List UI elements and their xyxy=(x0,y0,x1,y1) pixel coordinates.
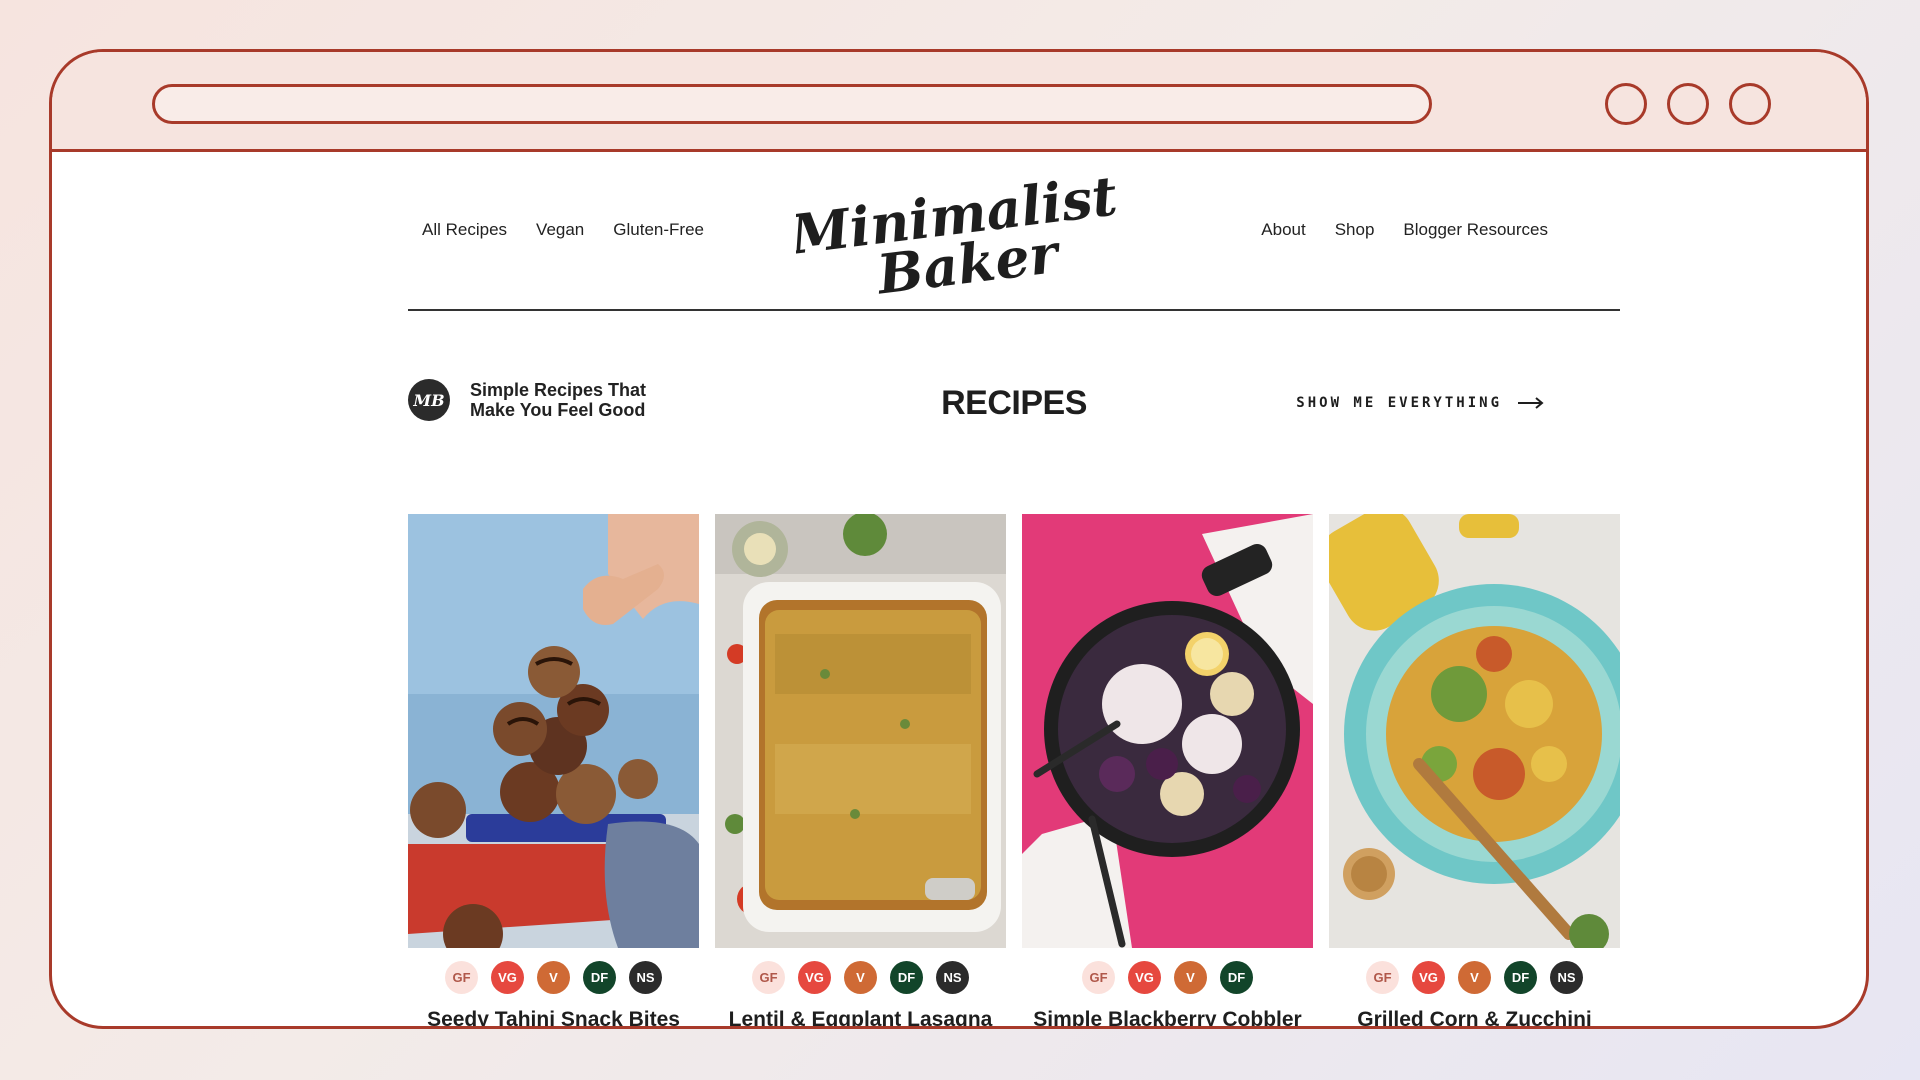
diet-badge-v[interactable]: V xyxy=(1458,961,1491,994)
web-page: All Recipes Vegan Gluten-Free Minimalist… xyxy=(356,152,1620,1026)
diet-badges: GF VG V DF NS xyxy=(1329,961,1620,994)
browser-toolbar xyxy=(52,52,1866,152)
recipe-photo-lentil-lasagna[interactable] xyxy=(715,514,1006,948)
diet-badge-df[interactable]: DF xyxy=(1220,961,1253,994)
recipe-card[interactable]: GF VG V DF NS Lentil & Eggplant Lasagna xyxy=(715,514,1006,1026)
recipe-card[interactable]: GF VG V DF Simple Blackberry Cobbler (Vegan… xyxy=(1022,514,1313,1026)
recipe-title[interactable]: Lentil & Eggplant Lasagna xyxy=(715,1006,1006,1026)
diet-badge-gf[interactable]: GF xyxy=(752,961,785,994)
show-all-link[interactable]: SHOW ME EVERYTHING xyxy=(1296,395,1544,411)
recipe-card[interactable]: GF VG V DF NS Grilled Corn & Zucchini Salad … xyxy=(1329,514,1620,1026)
nav-gluten-free[interactable]: Gluten-Free xyxy=(613,220,704,240)
diet-badge-v[interactable]: V xyxy=(1174,961,1207,994)
window-button-3[interactable] xyxy=(1729,83,1771,125)
diet-badge-df[interactable]: DF xyxy=(890,961,923,994)
diet-badge-ns[interactable]: NS xyxy=(1550,961,1583,994)
window-button-1[interactable] xyxy=(1605,83,1647,125)
arrow-right-icon xyxy=(1518,397,1544,409)
diet-badge-gf[interactable]: GF xyxy=(1366,961,1399,994)
diet-badge-ns[interactable]: NS xyxy=(629,961,662,994)
nav-shop[interactable]: Shop xyxy=(1335,220,1375,240)
diet-badge-vg[interactable]: VG xyxy=(798,961,831,994)
diet-badges: GF VG V DF NS xyxy=(408,961,699,994)
diet-badge-vg[interactable]: VG xyxy=(1412,961,1445,994)
recipe-title[interactable]: Grilled Corn & Zucchini Salad with Sun-D… xyxy=(1329,1006,1620,1026)
diet-badge-gf[interactable]: GF xyxy=(1082,961,1115,994)
diet-badge-vg[interactable]: VG xyxy=(1128,961,1161,994)
diet-badges: GF VG V DF xyxy=(1022,961,1313,994)
recipe-photo-tahini-bites[interactable] xyxy=(408,514,699,948)
site-logo[interactable]: Minimalist Baker xyxy=(796,170,1116,300)
browser-window: All Recipes Vegan Gluten-Free Minimalist… xyxy=(49,49,1869,1029)
diet-badge-v[interactable]: V xyxy=(844,961,877,994)
header-divider xyxy=(408,309,1620,311)
diet-badge-df[interactable]: DF xyxy=(1504,961,1537,994)
diet-badge-ns[interactable]: NS xyxy=(936,961,969,994)
recipe-title[interactable]: Seedy Tahini Snack Bites (Nut-Free!) xyxy=(408,1006,699,1026)
primary-nav-left: All Recipes Vegan Gluten-Free xyxy=(422,220,704,240)
nav-all-recipes[interactable]: All Recipes xyxy=(422,220,507,240)
window-button-2[interactable] xyxy=(1667,83,1709,125)
recipe-card[interactable]: GF VG V DF NS Seedy Tahini Snack Bites (Nut-… xyxy=(408,514,699,1026)
nav-about[interactable]: About xyxy=(1261,220,1305,240)
recipe-title[interactable]: Simple Blackberry Cobbler (Vegan + GF) xyxy=(1022,1006,1313,1026)
diet-badges: GF VG V DF NS xyxy=(715,961,1006,994)
address-bar[interactable] xyxy=(152,84,1432,124)
diet-badge-v[interactable]: V xyxy=(537,961,570,994)
nav-blogger-resources[interactable]: Blogger Resources xyxy=(1403,220,1548,240)
nav-vegan[interactable]: Vegan xyxy=(536,220,584,240)
diet-badge-gf[interactable]: GF xyxy=(445,961,478,994)
recipe-photo-blackberry-cobbler[interactable] xyxy=(1022,514,1313,948)
diet-badge-df[interactable]: DF xyxy=(583,961,616,994)
recipe-photo-grilled-corn-salad[interactable] xyxy=(1329,514,1620,948)
recipe-grid: GF VG V DF NS Seedy Tahini Snack Bites (Nut-… xyxy=(408,514,1620,1026)
show-all-label: SHOW ME EVERYTHING xyxy=(1296,395,1502,411)
primary-nav-right: About Shop Blogger Resources xyxy=(1261,220,1548,240)
diet-badge-vg[interactable]: VG xyxy=(491,961,524,994)
